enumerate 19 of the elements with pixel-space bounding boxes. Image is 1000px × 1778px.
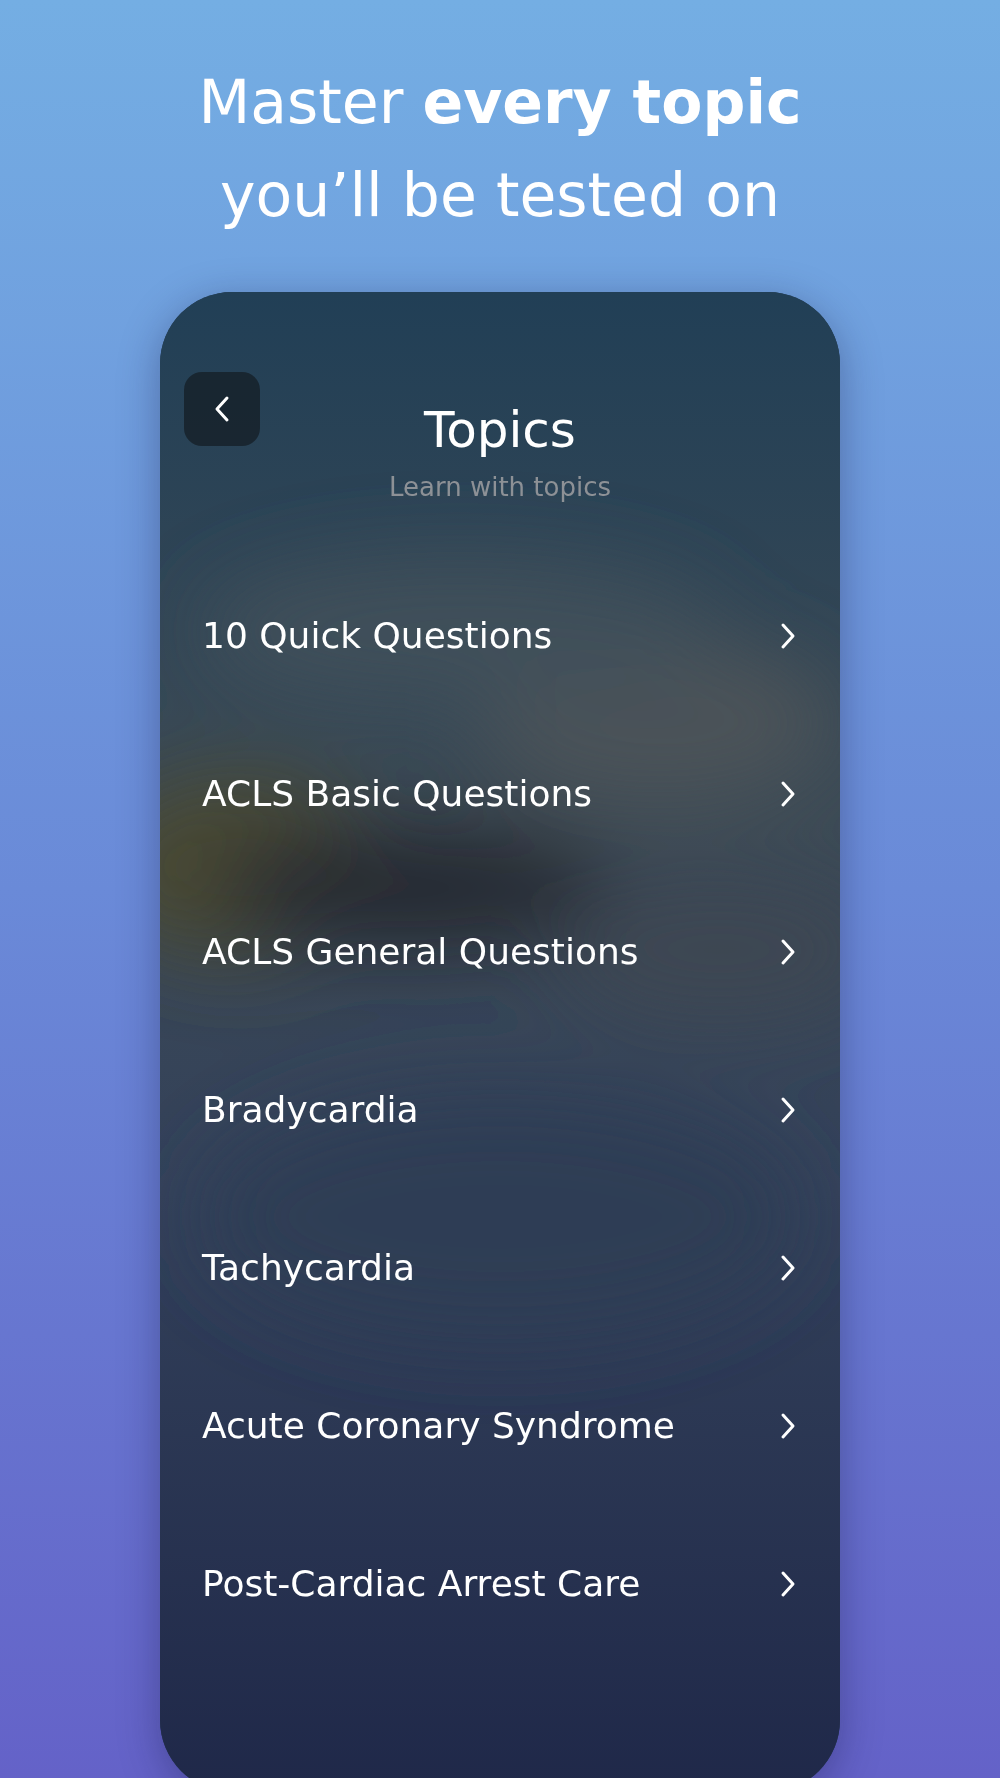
topic-row[interactable]: ACLS General Questions xyxy=(184,873,816,1031)
chevron-right-icon xyxy=(780,1254,796,1282)
topic-row[interactable]: Tachycardia xyxy=(184,1189,816,1347)
topic-row[interactable]: Acute Coronary Syndrome xyxy=(184,1347,816,1505)
screen-title: Topics xyxy=(424,400,576,460)
chevron-right-icon xyxy=(780,1570,796,1598)
topic-row[interactable]: 10 Quick Questions xyxy=(184,557,816,715)
headline: Master every topic you’ll be tested on xyxy=(197,66,803,232)
chevron-right-icon xyxy=(780,1412,796,1440)
chevron-right-icon xyxy=(780,780,796,808)
chevron-right-icon xyxy=(780,938,796,966)
topic-row[interactable]: ACLS Basic Questions xyxy=(184,715,816,873)
back-button[interactable] xyxy=(184,372,260,446)
topic-row[interactable]: Post-Cardiac Arrest Care xyxy=(184,1505,816,1663)
chevron-right-icon xyxy=(780,1096,796,1124)
chevron-right-icon xyxy=(780,622,796,650)
topic-row[interactable]: Bradycardia xyxy=(184,1031,816,1189)
screen-subtitle: Learn with topics xyxy=(389,471,611,504)
back-icon xyxy=(214,395,230,423)
